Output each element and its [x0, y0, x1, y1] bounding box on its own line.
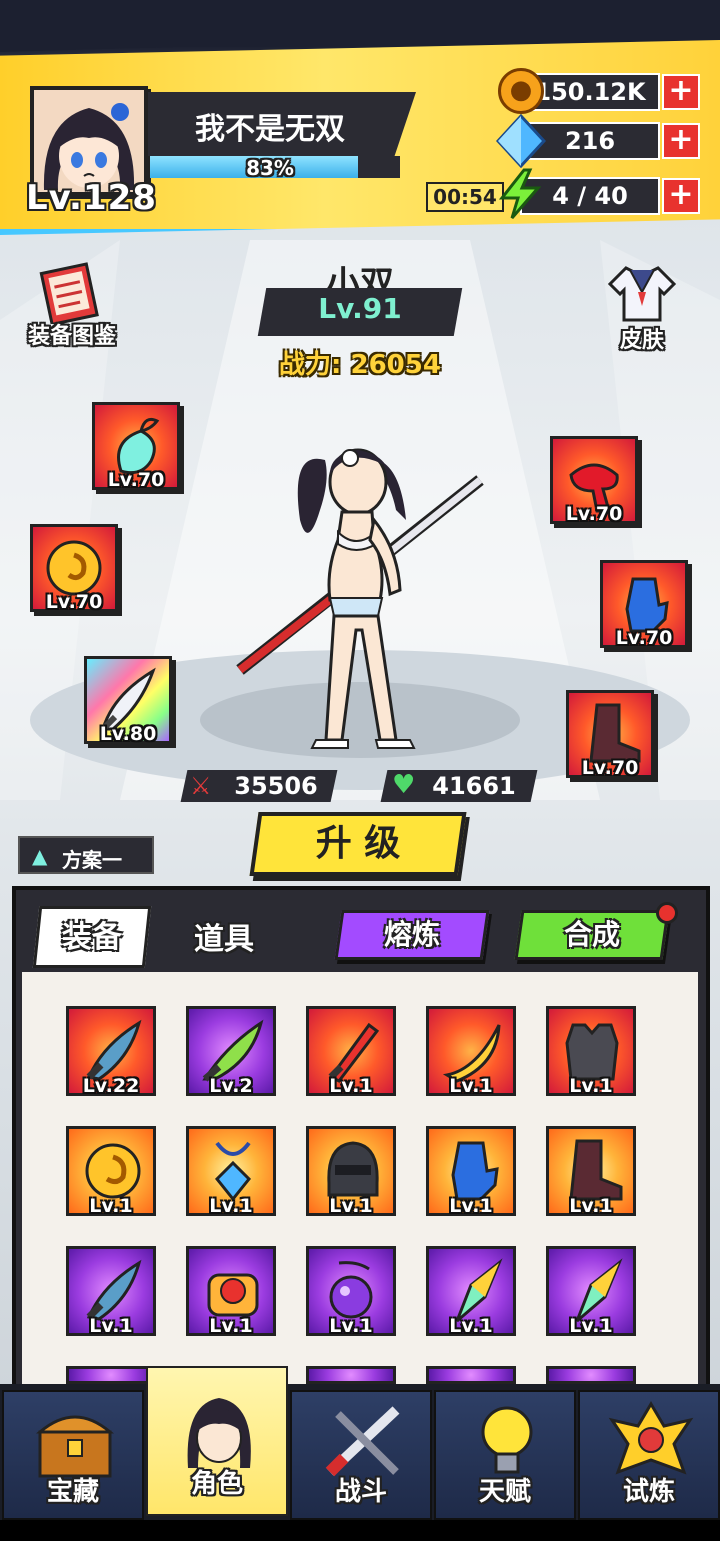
inventory-item[interactable]: Lv.1 [546, 1006, 636, 1097]
codex-label: 装备图鉴 [27, 324, 116, 349]
paw-coin-icon: ● [498, 68, 544, 114]
nav-trial-label: 试炼 [622, 1477, 675, 1507]
inventory-item-level: Lv.1 [449, 1315, 493, 1337]
inventory-item-level: Lv.22 [82, 1075, 140, 1097]
inventory-item[interactable]: Lv.1 [306, 1246, 396, 1337]
inventory-item-level: Lv.1 [569, 1075, 613, 1097]
nav-battle[interactable]: 战斗 [290, 1390, 432, 1520]
avatar-portrait-icon [34, 90, 144, 192]
inventory-item-partial[interactable] [306, 1366, 396, 1384]
smelt-button[interactable]: 熔炼 [334, 910, 490, 960]
character-icon [187, 1398, 251, 1468]
add-energy-button[interactable]: + [662, 178, 700, 214]
add-gems-button[interactable]: + [662, 123, 700, 159]
inventory-item-level: Lv.1 [89, 1315, 133, 1337]
skin-label: 皮肤 [619, 328, 664, 353]
skin-button[interactable]: 皮肤 [596, 262, 688, 353]
upgrade-label: 升 级 [315, 823, 401, 864]
inventory-item[interactable]: Lv.1 [426, 1126, 516, 1217]
inventory-item-level: Lv.1 [89, 1195, 133, 1217]
inventory-item-level: Lv.1 [209, 1195, 253, 1217]
inventory-item-partial[interactable] [66, 1366, 156, 1384]
inventory-item-level: Lv.1 [569, 1315, 613, 1337]
exp-percent: 83% [246, 156, 294, 180]
inventory-item[interactable]: Lv.1 [186, 1246, 276, 1337]
nav-character[interactable]: 角色 [146, 1366, 288, 1516]
inventory-item[interactable]: Lv.1 [66, 1126, 156, 1217]
nav-treasure-label: 宝藏 [46, 1477, 99, 1507]
tab-items-label: 道具 [194, 922, 254, 957]
combine-button[interactable]: 合成 [514, 910, 670, 960]
nav-battle-label: 战斗 [334, 1477, 387, 1507]
diamond-gem-icon [496, 114, 546, 168]
preset-label: 方案一 [62, 848, 122, 872]
nav-trial[interactable]: 试炼 [578, 1390, 720, 1520]
equipped-slot-accessory[interactable]: Lv.70 [92, 402, 180, 491]
nav-talent[interactable]: 天赋 [434, 1390, 576, 1520]
energy-timer: 00:54 [426, 182, 504, 212]
hero-character [236, 448, 484, 749]
inventory-item[interactable]: Lv.1 [306, 1126, 396, 1217]
inventory-item-level: Lv.2 [209, 1075, 253, 1097]
player-name: 我不是无双 [195, 112, 345, 147]
preset-selector[interactable]: ▲ 方案一 [18, 836, 154, 874]
inventory-item[interactable]: Lv.1 [186, 1126, 276, 1217]
uniform-shirt-icon [607, 266, 677, 322]
add-gold-button[interactable]: + [662, 74, 700, 110]
inventory-item-level: Lv.1 [449, 1075, 493, 1097]
heart-hp-icon: ♥ [392, 770, 416, 800]
smelt-label: 熔炼 [383, 918, 440, 951]
inventory-item[interactable]: Lv.1 [546, 1126, 636, 1217]
equipped-slot-scarf[interactable]: Lv.70 [550, 436, 638, 525]
inventory-item-partial[interactable] [546, 1366, 636, 1384]
triangle-up-icon: ▲ [32, 844, 48, 868]
nav-character-label: 角色 [190, 1469, 243, 1499]
equipped-slot-boots[interactable]: Lv.70 [566, 690, 654, 779]
combine-label: 合成 [563, 918, 620, 951]
equipped-slot-ring[interactable]: Lv.70 [30, 524, 118, 613]
inventory-item[interactable]: Lv.22 [66, 1006, 156, 1097]
tab-equipment[interactable]: 装备 [32, 906, 152, 968]
red-book-icon [39, 262, 99, 324]
upgrade-button[interactable]: 升 级 [249, 812, 467, 876]
inventory-item[interactable]: Lv.1 [66, 1246, 156, 1337]
codex-button[interactable]: 装备图鉴 [20, 262, 124, 352]
hero-power: 战力: 26054 [279, 350, 441, 380]
sword-attack-icon: ⚔ [190, 772, 212, 800]
inventory-item[interactable]: Lv.1 [426, 1246, 516, 1337]
nav-treasure[interactable]: 宝藏 [2, 1390, 144, 1520]
equipped-slot-gloves[interactable]: Lv.70 [600, 560, 688, 649]
inventory-item-partial[interactable] [426, 1366, 516, 1384]
inventory-item-level: Lv.1 [329, 1075, 373, 1097]
player-level: Lv.128 [26, 178, 157, 218]
inventory-item-level: Lv.1 [329, 1315, 373, 1337]
inventory-item[interactable]: Lv.1 [546, 1246, 636, 1337]
inventory-item[interactable]: Lv.1 [426, 1006, 516, 1097]
tab-equipment-label: 装备 [61, 920, 122, 955]
equipped-slot-weapon[interactable]: Lv.80 [84, 656, 172, 745]
notification-dot [656, 902, 678, 924]
inventory-item-level: Lv.1 [449, 1195, 493, 1217]
inventory-item-level: Lv.1 [209, 1315, 253, 1337]
home-indicator-bar [0, 1520, 720, 1541]
nav-talent-label: 天赋 [478, 1477, 531, 1507]
attack-value: 35506 [234, 772, 318, 800]
inventory-item[interactable]: Lv.1 [306, 1006, 396, 1097]
lightning-energy-icon [498, 168, 542, 219]
hp-value: 41661 [432, 772, 516, 800]
tab-items[interactable]: 道具 [168, 912, 280, 968]
inventory-item-level: Lv.1 [329, 1195, 373, 1217]
inventory-item[interactable]: Lv.2 [186, 1006, 276, 1097]
hero-level: Lv.91 [318, 292, 402, 325]
inventory-item-level: Lv.1 [569, 1195, 613, 1217]
